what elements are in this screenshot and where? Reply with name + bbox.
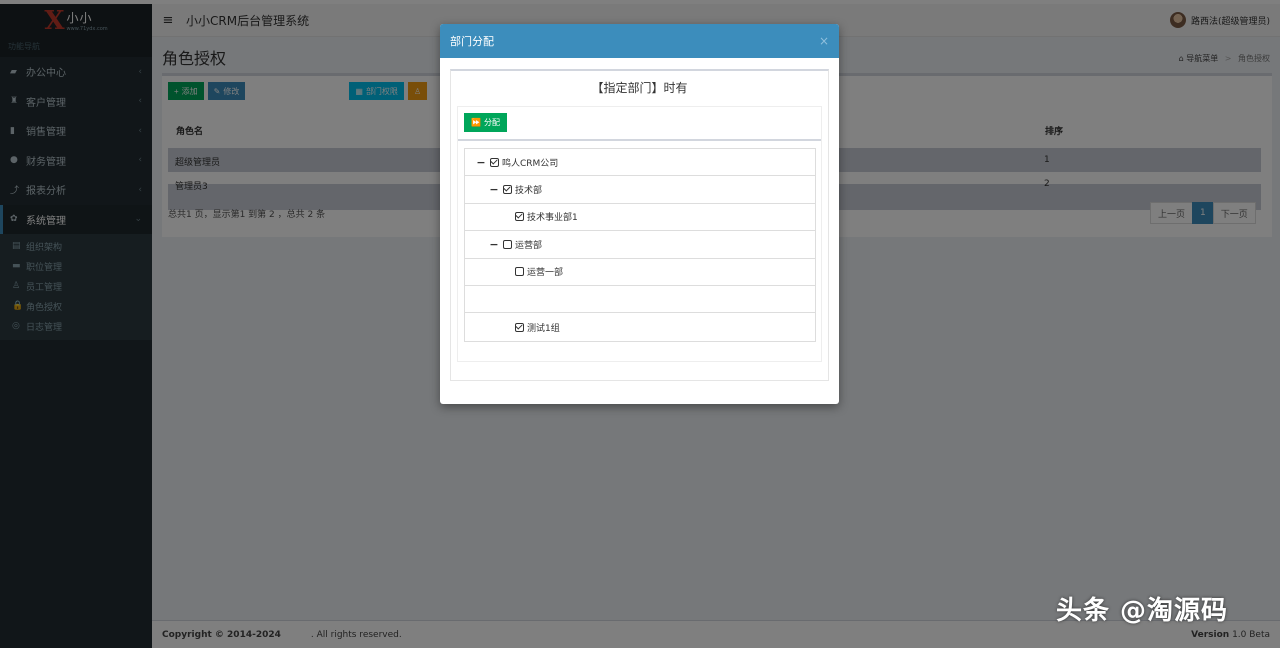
close-icon[interactable]: × [819,34,829,48]
assign-panel: ⏩ 分配 − 鸣人CRM公司 − 技术部 技术事业部1 − 运营部 运营一部 测… [457,106,822,362]
modal-body: 【指定部门】时有 ⏩ 分配 − 鸣人CRM公司 − 技术部 技术事业部1 − 运… [450,69,829,381]
checkbox-checked-icon[interactable] [490,157,499,167]
assign-button[interactable]: ⏩ 分配 [464,113,507,132]
checkbox-checked-icon[interactable] [503,185,512,195]
tree-node-company[interactable]: − 鸣人CRM公司 [465,149,815,177]
tree-node-empty [465,286,815,314]
checkbox-unchecked-icon[interactable] [515,267,524,277]
tree-node-ops-1[interactable]: 运营一部 [465,259,815,286]
checkbox-unchecked-icon[interactable] [503,239,512,249]
tree-node-test1[interactable]: 测试1组 [465,313,815,340]
tree-node-tech[interactable]: − 技术部 [465,176,815,204]
forward-icon: ⏩ [471,118,481,127]
checkbox-checked-icon[interactable] [515,322,524,332]
dept-assign-modal: 部门分配 × 【指定部门】时有 ⏩ 分配 − 鸣人CRM公司 − 技术部 技术事… [440,24,839,404]
modal-title: 部门分配 [450,35,494,48]
modal-subtitle: 【指定部门】时有 [591,81,688,95]
checkbox-checked-icon[interactable] [515,212,524,222]
collapse-icon[interactable]: − [475,156,487,169]
watermark: 头条 @淘源码 [1056,596,1229,626]
modal-header: 部门分配 × [440,24,839,58]
tree-node-tech-div1[interactable]: 技术事业部1 [465,204,815,232]
tree-node-ops[interactable]: − 运营部 [465,231,815,259]
collapse-icon[interactable]: − [488,183,500,196]
collapse-icon[interactable]: − [488,238,500,251]
dept-tree: − 鸣人CRM公司 − 技术部 技术事业部1 − 运营部 运营一部 测试1组 [464,148,816,342]
